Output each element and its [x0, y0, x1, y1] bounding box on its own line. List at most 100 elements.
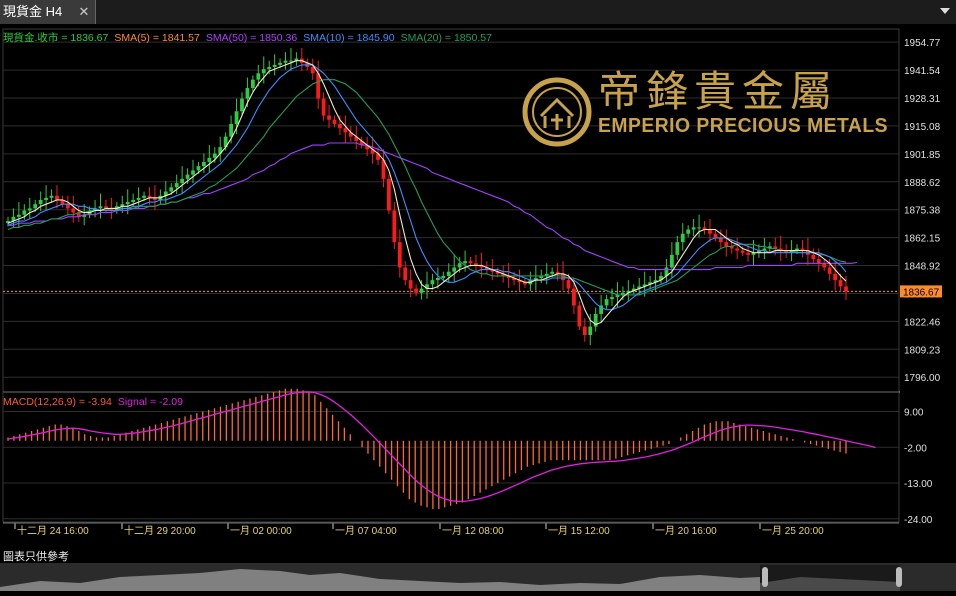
candle-body: [278, 62, 282, 65]
legend-item: SMA(50) = 1850.36: [206, 32, 298, 44]
candle-body: [441, 275, 446, 279]
candle-body: [202, 161, 206, 167]
candle-body: [713, 233, 718, 238]
candle-body: [267, 66, 272, 70]
y-tick-label: 1796.00: [904, 373, 941, 384]
candle-body: [833, 273, 838, 281]
x-tick-label: 一月 12 08:00: [442, 525, 504, 537]
candle-body: [577, 305, 582, 327]
candle-body: [724, 242, 729, 247]
x-tick-label: 一月 20 16:00: [655, 525, 717, 537]
y-tick-label: 1809.23: [904, 345, 941, 356]
candle-body: [71, 208, 76, 213]
candle-body: [446, 271, 451, 276]
y-tick-label: 1875.38: [904, 206, 941, 217]
chevron-down-icon[interactable]: [940, 8, 950, 14]
candle-body: [397, 242, 402, 268]
candle-body: [327, 115, 331, 120]
candle-body: [38, 199, 43, 205]
candle-body: [430, 280, 435, 285]
candle-body: [452, 267, 457, 272]
candle-body: [316, 73, 321, 99]
candle-body: [463, 261, 467, 264]
candle-body: [572, 288, 576, 306]
x-tick-label: 十二月 24 16:00: [17, 524, 89, 537]
legend-item: SMA(5) = 1841.57: [114, 32, 200, 44]
candle-body: [414, 288, 419, 293]
legend-text: MACD(12,26,9) = -3.94 Signal = -2.09: [3, 396, 183, 408]
x-tick-label: 一月 25 20:00: [762, 525, 824, 537]
candle-body: [680, 233, 685, 243]
legend-item: MACD(12,26,9) = -3.94: [3, 396, 112, 408]
candle-body: [816, 259, 821, 264]
navigator-right-handle[interactable]: [896, 567, 902, 587]
candle-body: [604, 299, 609, 306]
y-tick-label: 1901.85: [904, 150, 941, 161]
candle-body: [550, 271, 555, 274]
candle-body: [212, 153, 217, 158]
candle-body: [207, 157, 212, 162]
candle-body: [435, 278, 440, 281]
candle-body: [49, 195, 54, 198]
chart-navigator[interactable]: [0, 563, 956, 591]
macd-tick-label: -24.00: [904, 515, 933, 526]
candle-body: [822, 263, 827, 268]
y-tick-label: 1862.15: [904, 234, 941, 245]
legend-item: SMA(10) = 1845.90: [303, 32, 395, 44]
x-tick-label: 一月 15 12:00: [548, 525, 610, 537]
x-tick-label: 一月 07 04:00: [335, 525, 397, 537]
candle-body: [191, 170, 195, 175]
candle-body: [98, 206, 103, 209]
candle-body: [125, 202, 130, 205]
y-tick-label: 1888.62: [904, 178, 941, 189]
candle-body: [22, 210, 27, 215]
close-icon[interactable]: ✕: [75, 0, 93, 24]
candle-body: [136, 197, 141, 200]
candle-body: [180, 178, 185, 184]
candle-body: [261, 69, 266, 74]
candle-body: [838, 280, 843, 287]
candle-body: [256, 73, 261, 80]
y-tick-label: 1848.92: [904, 262, 941, 273]
candle-body: [468, 261, 473, 264]
x-tick-label: 十二月 29 20:00: [124, 524, 196, 537]
candle-body: [283, 60, 288, 63]
candle-body: [142, 195, 146, 198]
legend-item: Signal = -2.09: [118, 396, 183, 408]
candle-body: [272, 64, 277, 67]
candle-body: [827, 267, 832, 274]
candle-body: [131, 199, 136, 203]
chart-area: 1954.77 1941.54 1928.31 1915.08 1901.85 1888.…: [0, 24, 956, 563]
y-tick-label: 1941.54: [904, 66, 941, 77]
candle-body: [289, 60, 293, 62]
candle-body: [250, 79, 255, 89]
candle-body: [332, 119, 337, 124]
legend-text: 現貨金.收市 = 1836.67 SMA(5) = 1841.57 SMA(50) …: [3, 31, 492, 44]
candle-body: [44, 197, 48, 200]
candle-body: [185, 174, 190, 179]
candle-body: [691, 227, 696, 230]
candle-body: [811, 254, 816, 260]
candle-body: [403, 267, 408, 281]
candle-body: [240, 98, 244, 112]
candle-body: [566, 280, 571, 289]
candle-body: [588, 326, 593, 336]
candle-body: [245, 88, 250, 99]
macd-legend: MACD(12,26,9) = -3.94 Signal = -2.09: [3, 396, 183, 408]
candle-body: [457, 263, 462, 268]
candle-body: [387, 178, 391, 211]
y-tick-label: 1915.08: [904, 122, 941, 133]
tab-title: 現貨金 H4: [3, 4, 63, 19]
tab-chart[interactable]: 現貨金 H4 ✕: [0, 0, 96, 24]
candle-body: [234, 111, 239, 124]
navigator-left-handle[interactable]: [762, 567, 768, 587]
macd-tick-label: 9.00: [904, 408, 924, 419]
candle-body: [174, 183, 179, 188]
x-tick-label: 一月 02 00:00: [230, 525, 292, 537]
candle-body: [669, 254, 674, 268]
y-tick-label: 1954.77: [904, 38, 941, 49]
candle-body: [746, 252, 750, 255]
y-tick-label: 1928.31: [904, 94, 941, 105]
disclaimer: 圖表只供參考: [3, 551, 69, 563]
candle-body: [718, 237, 723, 243]
